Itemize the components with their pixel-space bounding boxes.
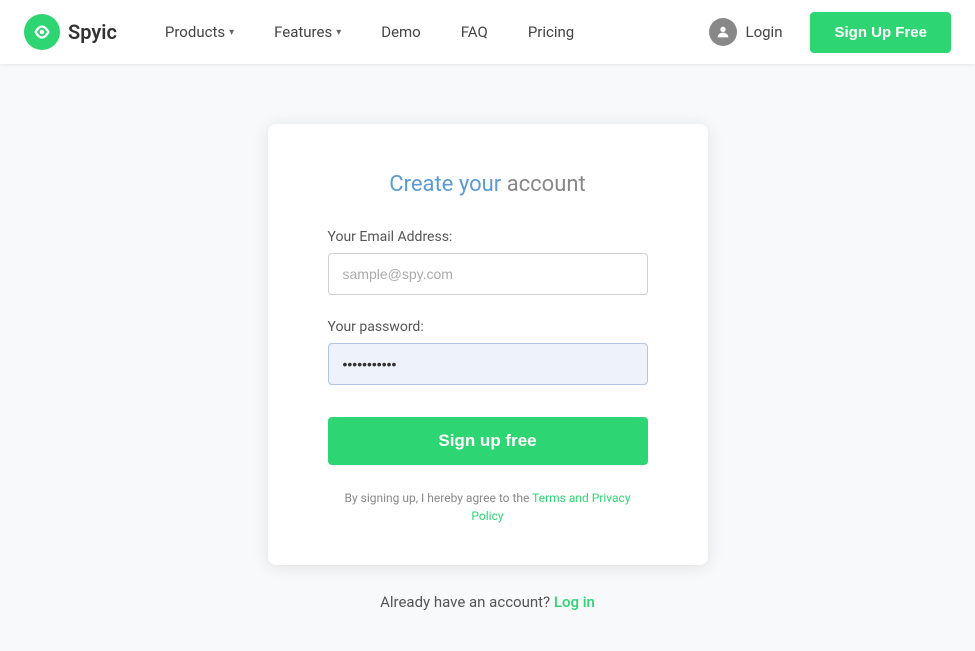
signup-button[interactable]: Sign Up Free — [810, 12, 951, 53]
password-group: Your password: — [328, 319, 648, 385]
submit-button[interactable]: Sign up free — [328, 417, 648, 465]
main-content: Create your account Your Email Address: … — [0, 64, 975, 651]
password-input[interactable] — [328, 343, 648, 385]
email-input[interactable] — [328, 253, 648, 295]
nav-features[interactable]: Features ▾ — [258, 15, 357, 49]
signup-card: Create your account Your Email Address: … — [268, 124, 708, 565]
user-icon — [709, 18, 737, 46]
logo[interactable]: Spyic — [24, 14, 117, 50]
nav-demo[interactable]: Demo — [365, 15, 437, 49]
products-chevron-icon: ▾ — [229, 27, 234, 38]
nav-products[interactable]: Products ▾ — [149, 15, 250, 49]
main-nav: Products ▾ Features ▾ Demo FAQ Pricing — [149, 15, 694, 49]
header: Spyic Products ▾ Features ▾ Demo FAQ Pri… — [0, 0, 975, 64]
email-group: Your Email Address: — [328, 229, 648, 295]
features-chevron-icon: ▾ — [336, 27, 341, 38]
already-account-text: Already have an account? Log in — [380, 593, 595, 611]
login-link[interactable]: Login — [693, 10, 798, 54]
nav-faq[interactable]: FAQ — [445, 15, 504, 49]
email-label: Your Email Address: — [328, 229, 648, 245]
card-title: Create your account — [328, 172, 648, 197]
password-label: Your password: — [328, 319, 648, 335]
terms-text: By signing up, I hereby agree to the Ter… — [328, 489, 648, 525]
nav-pricing[interactable]: Pricing — [512, 15, 590, 49]
logo-text: Spyic — [68, 20, 117, 44]
log-in-link[interactable]: Log in — [554, 593, 595, 611]
logo-icon — [24, 14, 60, 50]
nav-right: Login Sign Up Free — [693, 10, 951, 54]
